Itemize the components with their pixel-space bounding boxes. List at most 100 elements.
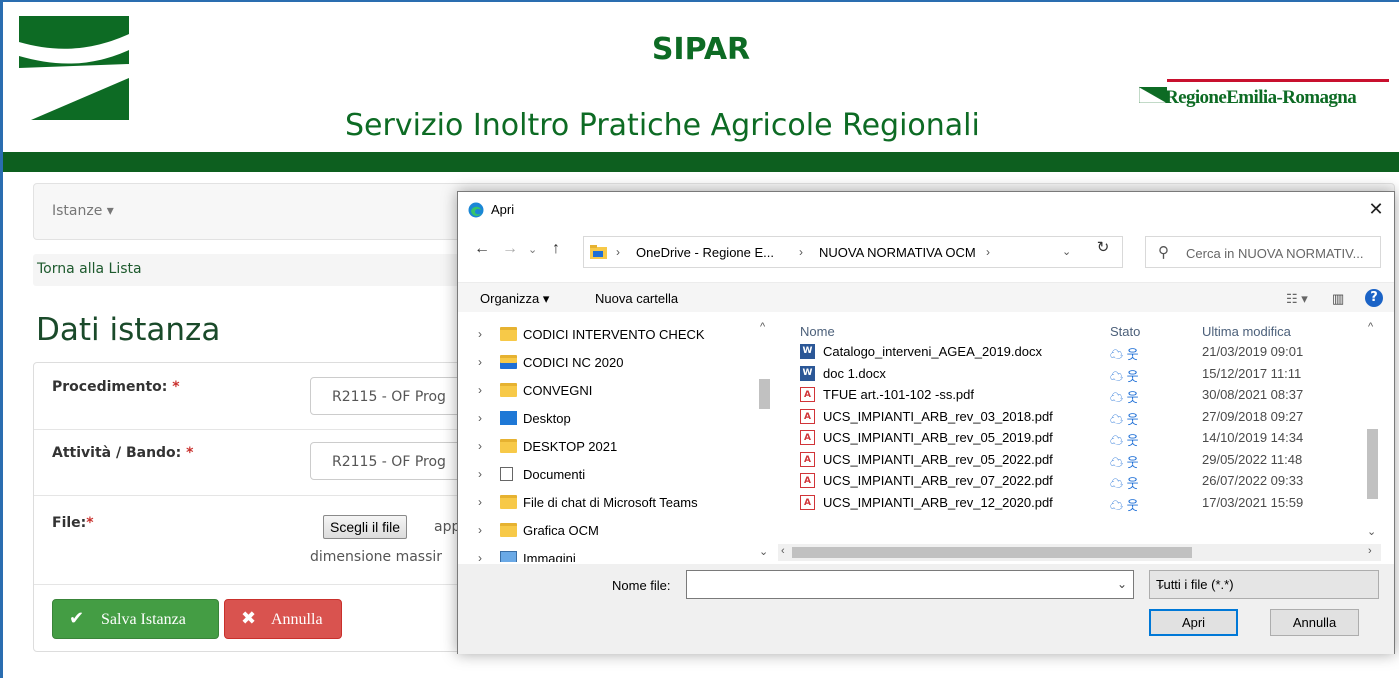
- help-icon[interactable]: ?: [1365, 289, 1383, 307]
- tree-item[interactable]: › DESKTOP 2021: [458, 435, 758, 461]
- tree-item-label: Documenti: [523, 467, 586, 482]
- back-arrow-icon[interactable]: ←: [474, 240, 490, 258]
- check-icon: ✔: [69, 608, 85, 629]
- region-flag-icon: [1139, 86, 1167, 103]
- tree-item[interactable]: › Documenti: [458, 463, 758, 489]
- documents-icon: [500, 467, 513, 481]
- tree-item[interactable]: › File di chat di Microsoft Teams: [458, 491, 758, 517]
- file-row[interactable]: A UCS_IMPIANTI_ARB_rev_12_2020.pdf ☁ 웃 17/0…: [778, 492, 1374, 513]
- file-name: TFUE art.-101-102 -ss.pdf: [823, 387, 974, 402]
- procedimento-label: Procedimento: *: [52, 379, 180, 395]
- filename-input[interactable]: ⌄: [686, 570, 1134, 599]
- tree-scrollbar[interactable]: ^ ⌄: [756, 319, 773, 562]
- expand-chevron-icon[interactable]: ›: [478, 439, 482, 453]
- tree-item-label: CONVEGNI: [523, 383, 593, 398]
- expand-chevron-icon[interactable]: ›: [478, 495, 482, 509]
- scroll-up-icon[interactable]: ^: [760, 321, 765, 333]
- tree-scroll-thumb[interactable]: [759, 379, 770, 409]
- address-segment-folder[interactable]: NUOVA NORMATIVA OCM: [819, 245, 976, 260]
- choose-file-button[interactable]: Scegli il file: [323, 515, 408, 539]
- column-header-name[interactable]: Nome: [800, 324, 835, 339]
- column-header-modified[interactable]: Ultima modifica: [1202, 324, 1291, 339]
- tree-item[interactable]: › CODICI NC 2020: [458, 351, 758, 377]
- tree-item[interactable]: › Immagini: [458, 547, 758, 562]
- hscroll-thumb[interactable]: [792, 547, 1192, 558]
- dialog-close-button[interactable]: ✕: [1362, 196, 1390, 222]
- save-instance-button[interactable]: ✔ Salva Istanza: [52, 599, 219, 639]
- tree-item[interactable]: › Desktop: [458, 407, 758, 433]
- recent-locations-chevron-icon[interactable]: ⌄: [528, 243, 537, 256]
- organize-menu[interactable]: Organizza ▾: [480, 291, 549, 307]
- address-segment-onedrive[interactable]: OneDrive - Regione E...: [636, 245, 774, 260]
- scroll-down-icon[interactable]: ⌄: [1367, 525, 1376, 538]
- file-row[interactable]: A UCS_IMPIANTI_ARB_rev_05_2022.pdf ☁ 웃 29/0…: [778, 449, 1374, 470]
- address-bar[interactable]: › OneDrive - Regione E... › NUOVA NORMAT…: [583, 236, 1123, 268]
- scroll-down-icon[interactable]: ⌄: [759, 545, 768, 558]
- pdf-file-icon: A: [800, 430, 815, 445]
- forward-arrow-icon[interactable]: →: [502, 240, 518, 258]
- file-modified-date: 30/08/2021 08:37: [1202, 387, 1304, 402]
- file-row[interactable]: A UCS_IMPIANTI_ARB_rev_07_2022.pdf ☁ 웃 26/0…: [778, 470, 1374, 491]
- search-icon: ⚲: [1158, 244, 1169, 261]
- file-row[interactable]: A UCS_IMPIANTI_ARB_rev_05_2019.pdf ☁ 웃 14/1…: [778, 427, 1374, 448]
- preview-pane-icon[interactable]: ▥: [1332, 291, 1344, 307]
- tree-item-label: Desktop: [523, 411, 571, 426]
- scroll-left-icon[interactable]: ‹: [781, 545, 785, 557]
- open-button[interactable]: Apri: [1149, 609, 1238, 636]
- back-to-list-link[interactable]: Torna alla Lista: [37, 261, 142, 277]
- file-list-scroll-thumb[interactable]: [1367, 429, 1378, 499]
- expand-chevron-icon[interactable]: ›: [478, 327, 482, 341]
- tree-item[interactable]: › Grafica OCM: [458, 519, 758, 545]
- desktop-icon: [500, 411, 517, 425]
- new-folder-button[interactable]: Nuova cartella: [595, 291, 678, 306]
- chevron-down-icon[interactable]: ⌄: [1117, 577, 1127, 591]
- scroll-right-icon[interactable]: ›: [1368, 545, 1372, 557]
- search-placeholder: Cerca in NUOVA NORMATIV...: [1186, 246, 1364, 261]
- header-band: [3, 152, 1399, 172]
- expand-chevron-icon[interactable]: ›: [478, 551, 482, 562]
- expand-chevron-icon[interactable]: ›: [478, 383, 482, 397]
- file-modified-date: 26/07/2022 09:33: [1202, 473, 1304, 488]
- file-modified-date: 21/03/2019 09:01: [1202, 344, 1304, 359]
- tree-item[interactable]: › CODICI INTERVENTO CHECK: [458, 323, 758, 349]
- dialog-cancel-button[interactable]: Annulla: [1270, 609, 1359, 636]
- search-box[interactable]: ⚲ Cerca in NUOVA NORMATIV...: [1145, 236, 1381, 268]
- word-file-icon: W: [800, 344, 815, 359]
- chevron-down-icon: ⌄: [1156, 577, 1167, 591]
- scroll-up-icon[interactable]: ^: [1368, 321, 1373, 333]
- up-arrow-icon[interactable]: ↑: [552, 240, 560, 258]
- onedrive-folder-icon: [590, 245, 607, 259]
- cloud-sync-status-icon: ☁ 웃: [1110, 347, 1139, 362]
- view-options-icon[interactable]: ☷ ▾: [1286, 291, 1308, 307]
- file-row[interactable]: A TFUE art.-101-102 -ss.pdf ☁ 웃 30/08/2021 …: [778, 384, 1374, 405]
- pdf-file-icon: A: [800, 451, 815, 467]
- procedimento-select[interactable]: R2115 - OF Prog: [310, 377, 480, 415]
- expand-chevron-icon[interactable]: ›: [478, 467, 482, 481]
- site-title: SIPAR: [651, 32, 751, 67]
- nav-istanze-dropdown[interactable]: Istanze ▾: [52, 203, 114, 219]
- file-max-size-text: dimensione massir: [310, 549, 443, 565]
- file-name: UCS_IMPIANTI_ARB_rev_05_2022.pdf: [823, 451, 1053, 467]
- expand-chevron-icon[interactable]: ›: [478, 523, 482, 537]
- file-type-select[interactable]: Tutti i file (*.*) ⌄: [1149, 570, 1379, 599]
- folder-icon: [500, 495, 517, 509]
- expand-chevron-icon[interactable]: ›: [478, 411, 482, 425]
- refresh-icon[interactable]: ↻: [1086, 234, 1120, 262]
- cloud-sync-status-icon: ☁ 웃: [1110, 411, 1139, 427]
- procedimento-row: Procedimento: * R2115 - OF Prog: [34, 363, 480, 430]
- file-modified-date: 15/12/2017 11:11: [1202, 365, 1302, 381]
- file-list-hscrollbar[interactable]: ‹ ›: [778, 544, 1381, 561]
- file-row[interactable]: Wdoc 1.docx ☁ 웃 15/12/2017 11:11: [778, 363, 1374, 384]
- cancel-button[interactable]: ✖ Annulla: [224, 599, 342, 639]
- file-row[interactable]: A UCS_IMPIANTI_ARB_rev_03_2018.pdf ☁ 웃 27/0…: [778, 406, 1374, 427]
- attivita-select[interactable]: R2115 - OF Prog: [310, 442, 480, 480]
- address-dropdown-icon[interactable]: ⌄: [1062, 245, 1071, 258]
- region-logo-text: RegioneEmilia-Romagna: [1165, 87, 1357, 108]
- file-row[interactable]: W Catalogo_interveni_AGEA_2019.docx ☁ 웃 21/…: [778, 341, 1374, 362]
- expand-chevron-icon[interactable]: ›: [478, 355, 482, 369]
- dialog-footer: Nome file: ⌄ Tutti i file (*.*) ⌄ Apri A…: [458, 564, 1394, 654]
- tree-item[interactable]: › CONVEGNI: [458, 379, 758, 405]
- pdf-file-icon: A: [800, 387, 815, 402]
- file-list-scrollbar[interactable]: ^ ⌄: [1364, 319, 1381, 544]
- column-header-status[interactable]: Stato: [1110, 324, 1140, 339]
